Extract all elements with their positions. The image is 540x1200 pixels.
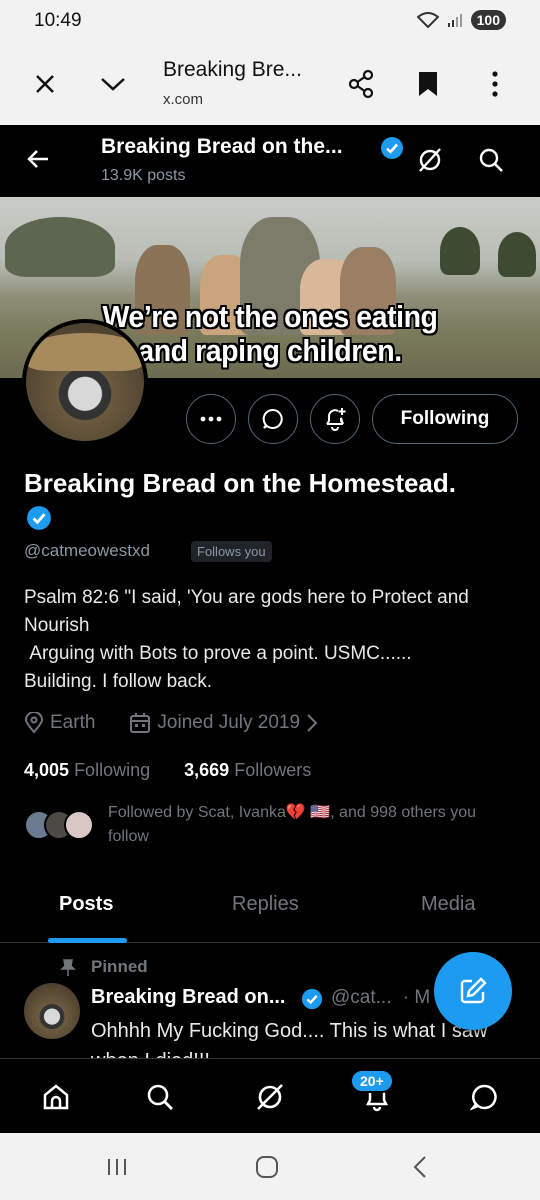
following-button[interactable]: Following: [372, 394, 518, 444]
more-vertical-icon[interactable]: [477, 66, 513, 102]
post-author-handle: @cat... · M: [331, 987, 430, 1009]
verified-badge-icon: [301, 988, 323, 1010]
more-horizontal-icon: [200, 416, 222, 422]
post-handle-text: @cat...: [331, 987, 392, 1008]
nav-profile-name: Breaking Bread on the...: [101, 135, 343, 158]
status-bar: 10:49 100: [0, 0, 540, 44]
profile-top-nav: Breaking Bread on the... 13.9K posts: [0, 125, 540, 197]
profile-tabs: Posts Replies Media: [0, 883, 540, 943]
android-navigation-bar: [0, 1133, 540, 1200]
more-options-button[interactable]: [186, 394, 236, 444]
mutual-avatar: [64, 810, 94, 840]
profile-joined[interactable]: Joined July 2019: [157, 712, 300, 734]
browser-url: x.com: [163, 91, 204, 108]
browser-page-title: Breaking Bre...: [163, 58, 302, 81]
followed-by-text[interactable]: Followed by Scat, Ivanka💔 🇺🇸, and 998 ot…: [108, 801, 518, 849]
share-icon[interactable]: [343, 66, 379, 102]
chat-bubble-icon: [262, 408, 283, 429]
back-button-icon[interactable]: [402, 1149, 438, 1185]
compose-pencil-icon: [460, 977, 487, 1004]
messages-icon[interactable]: [465, 1077, 505, 1117]
profile-page: Breaking Bread on the... 13.9K posts We’…: [0, 125, 540, 1133]
tab-posts[interactable]: Posts: [59, 893, 113, 916]
profile-meta: Earth Joined July 2019: [24, 712, 318, 734]
profile-bio: Psalm 82:6 "I said, 'You are gods here t…: [24, 587, 469, 692]
profile-avatar[interactable]: [22, 319, 148, 445]
following-label: Following: [74, 760, 151, 780]
notifications-badge: 20+: [350, 1069, 394, 1093]
status-icons: 100: [416, 10, 506, 30]
browser-toolbar: Breaking Bre... x.com: [0, 44, 540, 125]
active-tab-indicator: [48, 938, 127, 943]
home-icon[interactable]: [36, 1077, 76, 1117]
profile-display-name: Breaking Bread on the Homestead.: [24, 468, 456, 498]
search-icon[interactable]: [473, 142, 509, 178]
profile-location: Earth: [50, 712, 96, 733]
message-button[interactable]: [248, 394, 298, 444]
pin-icon: [60, 959, 76, 976]
notifications-toggle-button[interactable]: [310, 394, 360, 444]
pinned-label: Pinned: [91, 957, 148, 976]
explore-search-icon[interactable]: [140, 1077, 180, 1117]
compose-post-button[interactable]: [434, 952, 512, 1030]
tab-replies[interactable]: Replies: [232, 893, 299, 916]
wifi-icon: [416, 12, 439, 28]
battery-indicator: 100: [470, 10, 506, 30]
bottom-navigation: [0, 1058, 540, 1133]
followers-label: Followers: [234, 760, 312, 780]
calendar-icon: [130, 713, 151, 733]
home-button-icon[interactable]: [249, 1149, 285, 1185]
recent-apps-icon[interactable]: [99, 1149, 135, 1185]
following-count-link[interactable]: 4,005 Following: [24, 760, 150, 780]
close-icon[interactable]: [27, 66, 63, 102]
followers-count-link[interactable]: 3,669 Followers: [184, 760, 311, 780]
grok-nav-icon[interactable]: [250, 1077, 290, 1117]
tab-media[interactable]: Media: [421, 893, 475, 916]
grok-icon[interactable]: [412, 142, 448, 178]
bell-plus-icon: [326, 408, 346, 431]
posts-count: 13.9K posts: [101, 167, 186, 184]
post-author-name[interactable]: Breaking Bread on...: [91, 986, 286, 1009]
status-time: 10:49: [34, 10, 82, 31]
location-pin-icon: [24, 712, 44, 734]
verified-badge-icon: [381, 137, 403, 159]
profile-handle: @catmeowestxd: [24, 541, 150, 560]
post-author-avatar[interactable]: [24, 983, 80, 1039]
following-count: 4,005: [24, 760, 70, 780]
follow-counts: 4,005 Following 3,669 Followers: [24, 760, 311, 781]
post-time: · M: [402, 987, 431, 1008]
follows-you-badge: Follows you: [191, 541, 272, 562]
chevron-down-icon[interactable]: [95, 66, 131, 102]
bookmark-icon[interactable]: [410, 66, 446, 102]
back-arrow-icon[interactable]: [20, 141, 56, 177]
verified-badge-icon: [27, 506, 51, 530]
signal-icon: [447, 14, 462, 27]
followers-count: 3,669: [184, 760, 230, 780]
chevron-right-icon[interactable]: [306, 713, 318, 733]
